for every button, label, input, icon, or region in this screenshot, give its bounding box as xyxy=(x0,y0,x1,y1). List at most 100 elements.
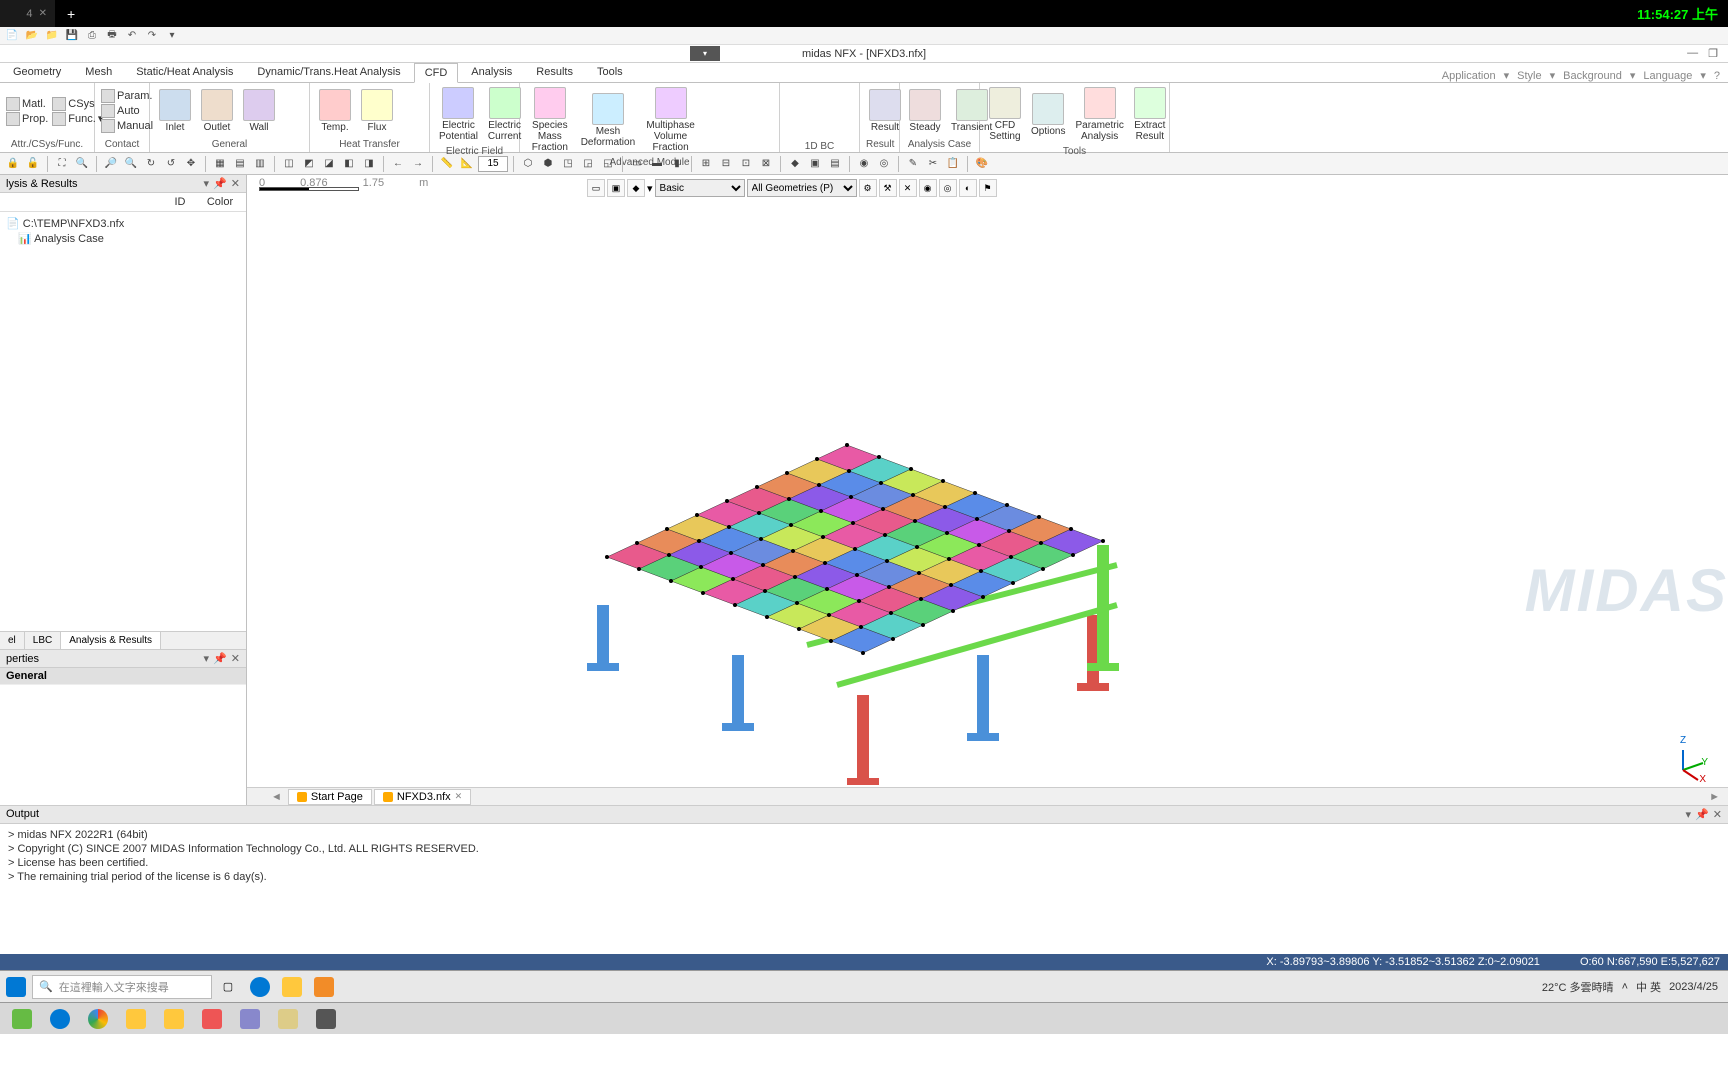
layer-icon[interactable]: ▮ xyxy=(668,155,686,173)
scroll-right-icon[interactable]: ► xyxy=(1701,791,1728,803)
auto-button[interactable]: Auto xyxy=(101,104,153,118)
snap-icon[interactable]: ⊟ xyxy=(717,155,735,173)
tray-arrow-icon[interactable]: ˄ xyxy=(1622,981,1628,993)
window-minimize-icon[interactable]: — xyxy=(1683,47,1702,60)
filter-icon[interactable]: ⚑ xyxy=(979,179,997,197)
wall-button[interactable]: Wall xyxy=(240,87,278,135)
view-icon[interactable]: ◧ xyxy=(340,155,358,173)
rotate-icon[interactable]: ↻ xyxy=(142,155,160,173)
iso-view-icon[interactable]: ⬡ xyxy=(519,155,537,173)
taskbar-app[interactable] xyxy=(4,1005,40,1033)
matl-button[interactable]: Matl. xyxy=(6,97,48,111)
taskbar-app-edge[interactable] xyxy=(246,973,274,1001)
view-icon[interactable]: ◪ xyxy=(320,155,338,173)
model-3d-view[interactable] xyxy=(557,265,1337,785)
save-all-icon[interactable]: ⎙ xyxy=(84,28,100,44)
cube-icon[interactable]: ◳ xyxy=(559,155,577,173)
temp-button[interactable]: Temp. xyxy=(316,87,354,135)
taskbar-app-chrome[interactable] xyxy=(80,1005,116,1033)
manual-button[interactable]: Manual xyxy=(101,119,153,133)
flux-button[interactable]: Flux xyxy=(358,87,396,135)
new-file-icon[interactable]: 📄 xyxy=(4,28,20,44)
close-icon[interactable]: ✕ xyxy=(231,652,240,665)
view-icon[interactable]: ◨ xyxy=(360,155,378,173)
view-icon[interactable]: ◩ xyxy=(300,155,318,173)
ribbon-minimize-dropdown[interactable]: ▾ xyxy=(690,46,720,61)
taskbar-app-midas[interactable] xyxy=(310,973,338,1001)
misc-icon[interactable]: ▤ xyxy=(826,155,844,173)
snap-icon[interactable]: ⊞ xyxy=(697,155,715,173)
print-icon[interactable]: 🖶 xyxy=(104,28,120,44)
misc-icon[interactable]: ✎ xyxy=(904,155,922,173)
inlet-button[interactable]: Inlet xyxy=(156,87,194,135)
adv-mini-button[interactable] xyxy=(703,105,717,119)
cube-icon[interactable]: ◲ xyxy=(579,155,597,173)
result-button[interactable]: Result xyxy=(866,87,904,135)
start-button[interactable] xyxy=(2,973,30,1001)
close-icon[interactable]: ✕ xyxy=(1713,808,1722,821)
filter-icon[interactable]: ⚒ xyxy=(879,179,897,197)
viewport[interactable]: 00.8761.75m ▭ ▣ ◆ ▾ Basic All Geometries… xyxy=(247,175,1728,805)
tree-body[interactable]: 📄 C:\TEMP\NFXD3.nfx 📊 Analysis Case xyxy=(0,212,246,631)
lock-icon[interactable]: 🔒 xyxy=(4,155,22,173)
general-mini-button[interactable] xyxy=(282,96,296,110)
color-picker-icon[interactable]: 🎨 xyxy=(973,155,991,173)
select-mode-icon[interactable]: ▣ xyxy=(607,179,625,197)
layer-icon[interactable]: ▭ xyxy=(628,155,646,173)
tab-analysis-results[interactable]: Analysis & Results xyxy=(61,632,161,649)
nav-back-icon[interactable]: ← xyxy=(389,155,407,173)
pin-icon[interactable]: 📌 xyxy=(213,652,227,665)
bc-mini-button[interactable] xyxy=(807,104,823,120)
window-maximize-icon[interactable]: ❐ xyxy=(1704,47,1722,60)
redo-icon[interactable]: ↷ xyxy=(144,28,160,44)
steady-button[interactable]: Steady xyxy=(906,87,944,135)
pin-icon[interactable]: 📌 xyxy=(213,177,227,190)
adv-mini-button[interactable] xyxy=(721,105,735,119)
layer-icon[interactable]: ▬ xyxy=(648,155,666,173)
taskbar-app-edge[interactable] xyxy=(42,1005,78,1033)
adv-mini-button[interactable] xyxy=(721,121,735,135)
filter-icon[interactable]: ⚙ xyxy=(859,179,877,197)
taskbar-app-mail[interactable] xyxy=(118,1005,154,1033)
prop-button[interactable]: Prop. xyxy=(6,112,48,126)
open-icon[interactable]: 📂 xyxy=(24,28,40,44)
filter-icon[interactable]: ◐ xyxy=(959,179,977,197)
iso-view-icon[interactable]: ⬢ xyxy=(539,155,557,173)
bc-mini-button[interactable] xyxy=(786,85,802,101)
taskbar-app[interactable] xyxy=(194,1005,230,1033)
help-icon[interactable]: ? xyxy=(1714,70,1720,82)
electric-potential-button[interactable]: Electric Potential xyxy=(436,85,481,144)
filter-icon[interactable]: ◉ xyxy=(919,179,937,197)
tab-results[interactable]: Results xyxy=(525,62,584,82)
bc-mini-button[interactable] xyxy=(786,104,802,120)
tab-analysis[interactable]: Analysis xyxy=(460,62,523,82)
filter-icon[interactable]: ✕ xyxy=(899,179,917,197)
cube-icon[interactable]: ◱ xyxy=(599,155,617,173)
tab-lbc[interactable]: LBC xyxy=(25,632,61,649)
panel-dropdown-icon[interactable]: ▾ xyxy=(204,177,210,190)
cfd-setting-button[interactable]: CFD Setting xyxy=(986,85,1024,144)
value-input[interactable] xyxy=(478,156,508,172)
zoom-in-icon[interactable]: 🔎 xyxy=(102,155,120,173)
taskbar-app[interactable] xyxy=(232,1005,268,1033)
panel-dropdown-icon[interactable]: ▾ xyxy=(1686,808,1692,821)
opt-language[interactable]: Language xyxy=(1643,70,1692,82)
task-view-icon[interactable]: ▢ xyxy=(214,973,242,1001)
tab-static[interactable]: Static/Heat Analysis xyxy=(125,62,244,82)
filter-icon[interactable]: ◎ xyxy=(939,179,957,197)
select-mode-icon[interactable]: ◆ xyxy=(627,179,645,197)
opt-application[interactable]: Application xyxy=(1442,70,1496,82)
tree-file-item[interactable]: 📄 C:\TEMP\NFXD3.nfx xyxy=(6,216,240,231)
tab-cfd[interactable]: CFD xyxy=(414,63,459,83)
browser-tab[interactable]: 4 ✕ xyxy=(0,0,55,27)
adv-mini-button[interactable] xyxy=(703,121,717,135)
misc-icon[interactable]: ◎ xyxy=(875,155,893,173)
measure-icon[interactable]: 📏 xyxy=(438,155,456,173)
bc-mini-button[interactable] xyxy=(786,123,802,139)
undo-icon[interactable]: ↶ xyxy=(124,28,140,44)
bc-mini-button[interactable] xyxy=(828,104,844,120)
snap-icon[interactable]: ⊡ xyxy=(737,155,755,173)
bc-mini-button[interactable] xyxy=(807,123,823,139)
species-mass-button[interactable]: Species Mass Fraction xyxy=(526,85,574,155)
weather-widget[interactable]: 22°C 多雲時晴 xyxy=(1542,979,1614,995)
